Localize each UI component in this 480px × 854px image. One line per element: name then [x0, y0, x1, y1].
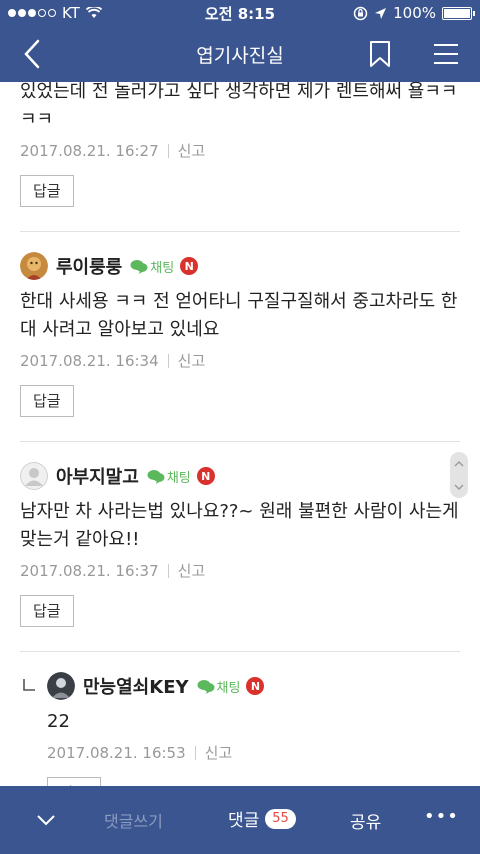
comment-meta: 2017.08.21. 16:34 신고 — [20, 350, 460, 371]
status-right: 100% — [353, 4, 475, 22]
battery-percent: 100% — [393, 4, 436, 22]
bookmark-button[interactable] — [364, 38, 396, 70]
comment-body: 있었는데 전 놀러가고 싶다 생각하면 제가 렌트해써 욜ㅋㅋㅋㅋ — [20, 82, 458, 130]
status-bar: KT 오전 8:15 100% — [0, 0, 480, 26]
comment-item: 있었는데 전 놀러가고 싶다 생각하면 제가 렌트해써 욜ㅋㅋㅋㅋ 2017.0… — [20, 82, 460, 232]
avatar[interactable] — [47, 672, 75, 700]
battery-icon — [442, 6, 475, 20]
collapse-button[interactable] — [32, 806, 60, 834]
chat-button[interactable]: 채팅 — [147, 467, 191, 486]
chat-button[interactable]: 채팅 — [197, 677, 241, 696]
chat-label: 채팅 — [216, 680, 241, 696]
chevron-down-icon — [454, 484, 464, 490]
divider — [167, 353, 169, 368]
chat-bubble-icon — [197, 679, 215, 694]
location-arrow-icon — [375, 7, 387, 19]
comment-date: 2017.08.21. 16:27 — [20, 141, 159, 160]
divider — [167, 563, 169, 578]
chat-label: 채팅 — [150, 260, 175, 276]
report-link[interactable]: 신고 — [178, 560, 206, 581]
new-badge: N — [246, 677, 265, 695]
navigation-bar: 엽기사진실 — [0, 26, 480, 82]
reply-button[interactable]: 답글 — [20, 175, 74, 207]
comment-header: 루이룽룽 채팅 N — [20, 250, 460, 282]
wifi-icon — [85, 7, 102, 18]
report-link[interactable]: 신고 — [178, 350, 206, 371]
reply-button[interactable]: 답글 — [20, 385, 74, 417]
comment-body: 한대 사세용 ㅋㅋ 전 얻어타니 구질구질해서 중고차라도 한대 사려고 알아보… — [20, 291, 458, 340]
report-link[interactable]: 신고 — [205, 742, 233, 763]
page-title: 엽기사진실 — [196, 44, 284, 67]
reply-comment-item: 만능열쇠KEY 채팅 N 22 2017.08.21. 16:53 신고 답글 — [0, 652, 480, 786]
comment-item: 아부지말고 채팅 N 남자만 차 사라는법 있나요??~ 원래 불편한 사람이 … — [20, 442, 460, 652]
divider — [194, 745, 196, 760]
bookmark-icon — [370, 41, 390, 67]
nickname[interactable]: 만능열쇠KEY — [83, 673, 189, 699]
chevron-up-icon — [454, 460, 464, 466]
new-badge: N — [180, 257, 199, 275]
hamburger-icon — [434, 44, 458, 64]
comment-meta: 2017.08.21. 16:37 신고 — [20, 560, 460, 581]
menu-button[interactable] — [428, 38, 464, 70]
comments-button[interactable]: 댓글 55 — [228, 806, 296, 831]
chat-bubble-icon — [147, 469, 165, 484]
nickname[interactable]: 루이룽룽 — [56, 253, 122, 279]
comment-body: 22 — [47, 711, 70, 732]
comment-meta: 2017.08.21. 16:53 신고 — [47, 742, 460, 763]
comment-body: 남자만 차 사라는법 있나요??~ 원래 불편한 사람이 사는게 맞는거 같아요… — [20, 501, 459, 550]
divider — [167, 143, 169, 158]
report-link[interactable]: 신고 — [178, 140, 206, 161]
write-comment-button[interactable]: 댓글쓰기 — [104, 808, 163, 832]
avatar[interactable] — [20, 252, 48, 280]
chevron-left-icon — [24, 39, 40, 69]
bottom-toolbar: 댓글쓰기 댓글 55 공유 ••• — [0, 786, 480, 854]
comment-date: 2017.08.21. 16:37 — [20, 561, 159, 580]
chevron-down-icon — [37, 815, 55, 826]
back-button[interactable] — [14, 36, 50, 72]
reply-button[interactable]: 답글 — [20, 595, 74, 627]
avatar[interactable] — [20, 462, 48, 490]
chat-bubble-icon — [130, 259, 148, 274]
chat-button[interactable]: 채팅 — [130, 257, 174, 276]
reply-indent-icon — [23, 679, 35, 691]
chat-label: 채팅 — [166, 470, 191, 486]
comment-header: 만능열쇠KEY 채팅 N — [47, 670, 460, 702]
status-left: KT — [8, 4, 102, 22]
new-badge: N — [196, 467, 215, 485]
scroll-handle[interactable] — [450, 452, 468, 498]
carrier-label: KT — [62, 4, 80, 22]
comment-count-badge: 55 — [265, 808, 296, 829]
comment-list[interactable]: 있었는데 전 놀러가고 싶다 생각하면 제가 렌트해써 욜ㅋㅋㅋㅋ 2017.0… — [0, 82, 480, 786]
comment-header: 아부지말고 채팅 N — [20, 460, 460, 492]
comment-meta: 2017.08.21. 16:27 신고 — [20, 140, 460, 161]
more-button[interactable]: ••• — [424, 806, 459, 827]
nickname[interactable]: 아부지말고 — [56, 463, 139, 489]
signal-strength-icon — [8, 9, 56, 17]
comment-date: 2017.08.21. 16:53 — [47, 743, 186, 762]
comment-item: 루이룽룽 채팅 N 한대 사세용 ㅋㅋ 전 얻어타니 구질구질해서 중고차라도 … — [20, 232, 460, 442]
share-button[interactable]: 공유 — [350, 808, 381, 833]
comments-label: 댓글 — [228, 811, 260, 831]
reply-button[interactable]: 답글 — [47, 777, 101, 786]
comment-date: 2017.08.21. 16:34 — [20, 351, 159, 370]
rotation-lock-icon — [353, 6, 368, 20]
